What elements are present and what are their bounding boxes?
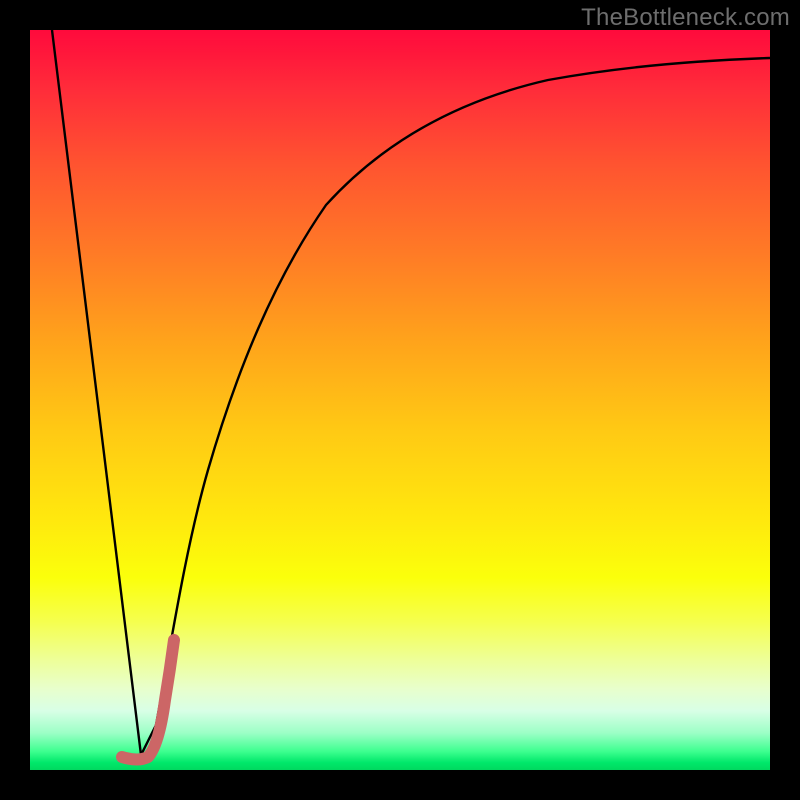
black-curve bbox=[52, 30, 770, 755]
curves-layer bbox=[30, 30, 770, 770]
plot-area bbox=[30, 30, 770, 770]
chart-frame: TheBottleneck.com bbox=[0, 0, 800, 800]
watermark-text: TheBottleneck.com bbox=[581, 4, 790, 32]
